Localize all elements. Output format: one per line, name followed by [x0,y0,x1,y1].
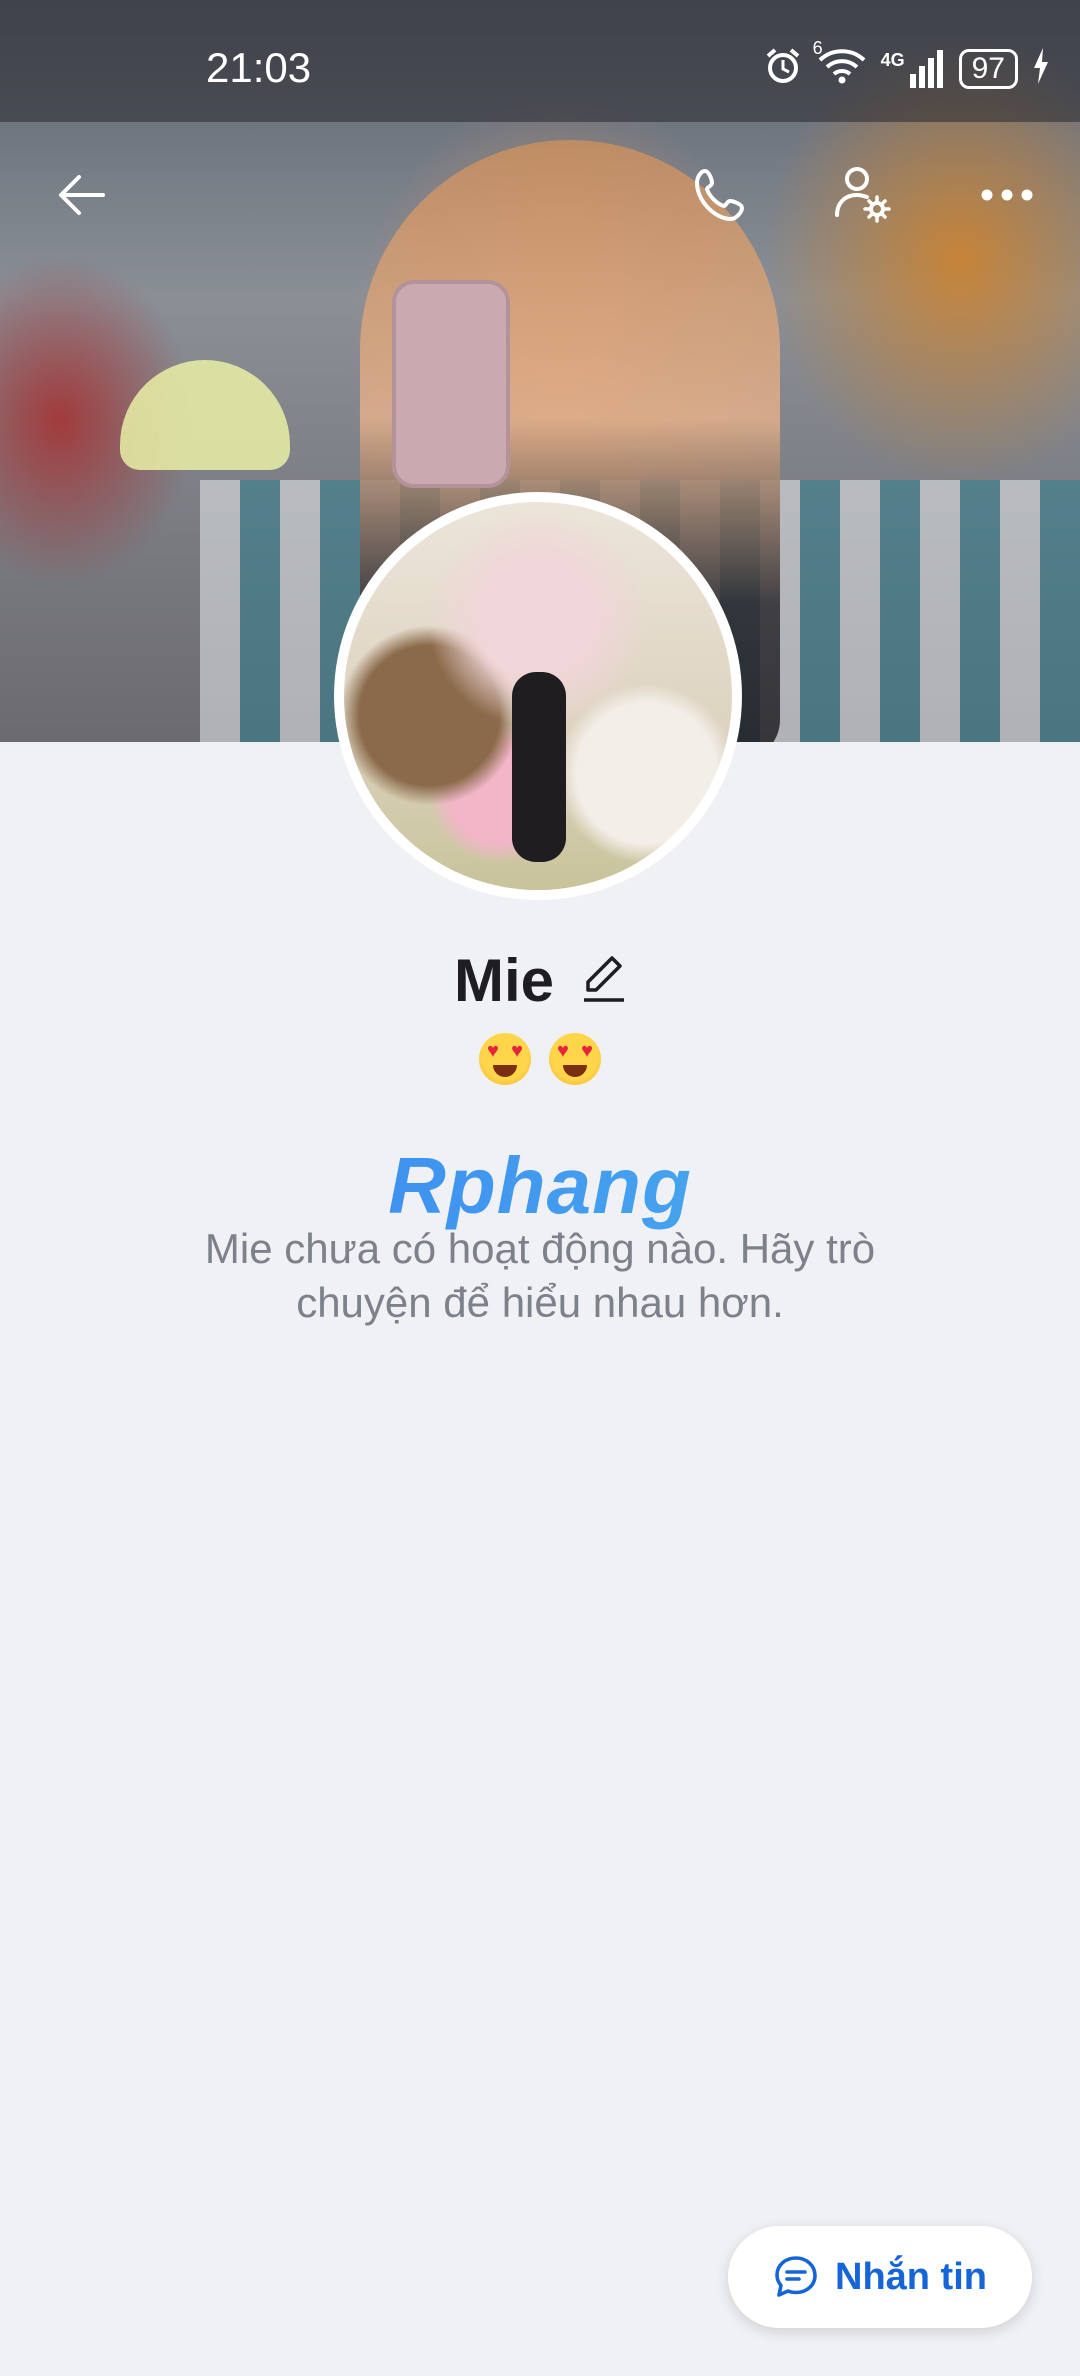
call-button[interactable] [676,150,766,240]
message-button-label: Nhắn tin [835,2255,987,2298]
cover-lamp [120,360,290,470]
status-bar: 21:03 6 4G 97 [0,0,1080,122]
back-button[interactable] [36,150,126,240]
empty-activity-message: Mie chưa có hoạt động nào. Hãy trò chuyệ… [204,1225,876,1326]
more-button[interactable] [962,150,1052,240]
phone-icon [695,169,744,221]
watermark-logo: Rphang [0,1140,1080,1232]
avatar-figure [512,672,566,862]
profile-settings-button[interactable] [818,150,908,240]
charging-icon [1032,48,1050,89]
edit-name-button[interactable] [582,954,626,1007]
message-button[interactable]: Nhắn tin [728,2226,1032,2328]
profile-name-row: Mie [0,946,1080,1015]
wifi-icon: 6 [813,38,867,91]
battery-indicator: 97 [958,48,1018,89]
signal-icon [909,49,943,88]
chat-bubble-icon [775,2256,817,2297]
profile-toolbar [0,150,1080,240]
pencil-icon [584,956,625,1002]
alarm-icon [763,46,803,91]
profile-status: 😍😍 [0,1026,1080,1085]
status-icons: 6 4G 97 [763,38,1050,91]
user-settings-icon [835,167,891,223]
heart-eyes-emoji-icon [479,1032,532,1085]
avatar[interactable] [334,492,742,900]
heart-eyes-emoji-icon [548,1032,601,1085]
more-horizontal-icon [981,189,1033,201]
arrow-left-icon [59,175,105,215]
network-type: 4G [881,49,945,88]
cover-phone [392,280,510,488]
status-time: 21:03 [206,44,312,91]
profile-name: Mie [453,947,555,1014]
avatar-image [344,502,732,890]
wifi-badge: 6 [812,38,823,58]
